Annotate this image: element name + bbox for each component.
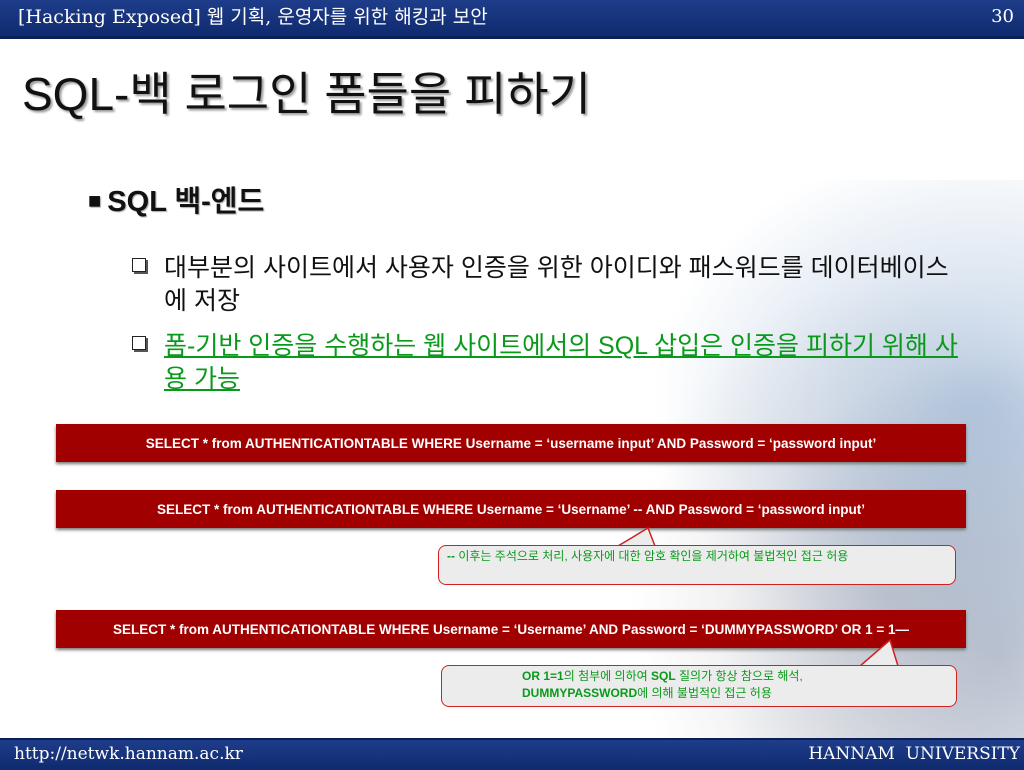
or-explanation-callout: OR 1=1의 첨부에 의하여 SQL 질의가 항상 참으로 해석, DUMMY…: [441, 665, 957, 707]
callout2-pointer: [857, 638, 900, 667]
footer-banner: http://netwk.hannam.ac.kr HANNAM UNIVERS…: [0, 738, 1024, 770]
callout2-bold3: DUMMYPASSWORD: [522, 686, 638, 700]
callout1-text: 이후는 주석으로 처리, 사용자에 대한 암호 확인을 제거하여 불법적인 접근…: [455, 549, 849, 563]
callout2-text3: 에 의해 불법적인 접근 허용: [637, 686, 772, 700]
callout2-text1: 의 첨부에 의하여: [563, 669, 651, 683]
callout-pointers: [615, 526, 900, 667]
footer-university: HANNAM UNIVERSITY: [808, 744, 1020, 764]
callout2-bold1: OR 1=1: [522, 669, 564, 683]
callout1-bold: --: [447, 549, 455, 563]
comment-explanation-callout: -- 이후는 주석으로 처리, 사용자에 대한 암호 확인을 제거하여 불법적인…: [438, 545, 956, 585]
footer-url: http://netwk.hannam.ac.kr: [14, 744, 243, 764]
callout2-text2: 질의가 항상 참으로 해석,: [675, 669, 803, 683]
callout2-bold2: SQL: [651, 669, 676, 683]
callout1-pointer: [615, 526, 657, 547]
